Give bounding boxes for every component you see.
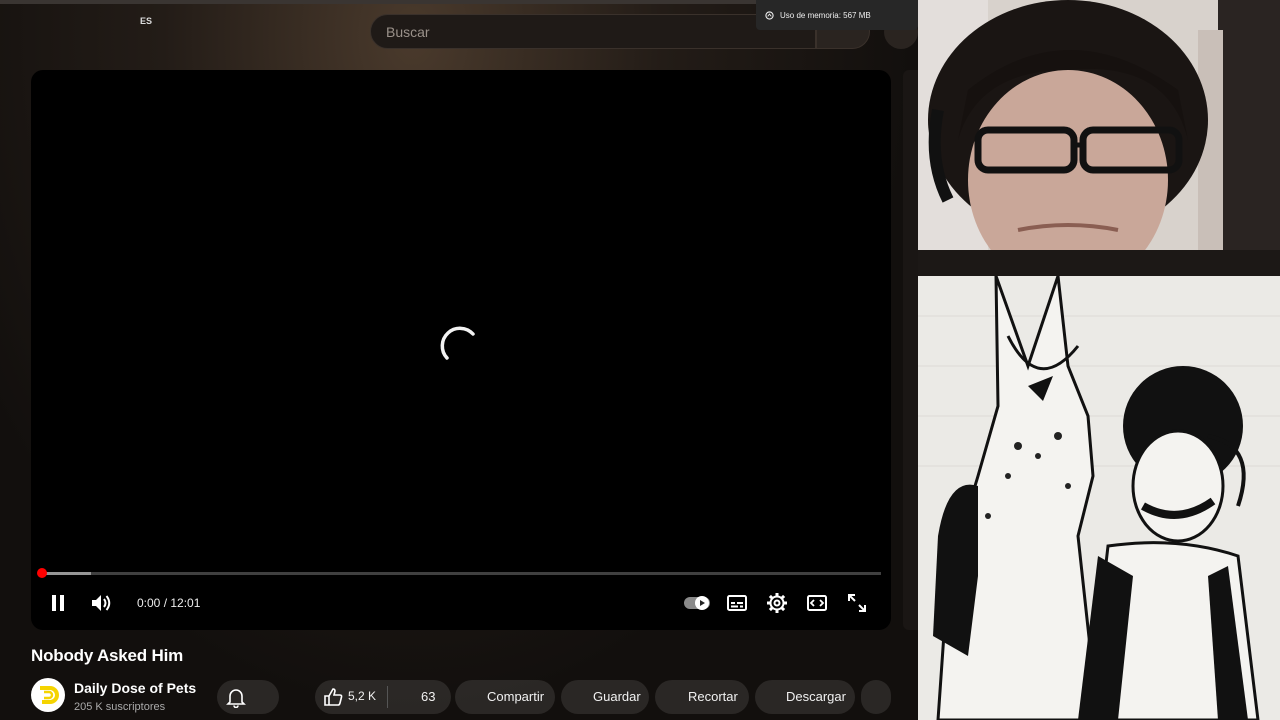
share-label: Compartir [487,689,545,704]
subscriber-count: 205 K suscriptores [74,701,166,713]
theater-icon [807,595,827,611]
subtitles-icon [727,595,747,611]
like-icon [324,688,343,706]
loading-spinner-icon [440,326,475,360]
progress-scrubber[interactable] [37,568,47,578]
settings-button[interactable] [764,590,790,616]
autoplay-toggle[interactable] [683,593,711,613]
search-box[interactable] [370,14,816,49]
drawing-camera-overlay [918,276,1280,720]
like-count: 5,2 K [348,689,377,703]
settings-icon [767,593,787,613]
side-panel-edge [903,70,918,630]
pause-icon [52,595,64,611]
progress-buffer [41,572,92,575]
memory-icon [765,10,774,20]
download-label: Descargar [786,689,846,704]
autoplay-icon [684,596,710,610]
fullscreen-icon [848,594,866,612]
like-button[interactable] [321,685,345,709]
memory-tooltip: Uso de memoria: 567 MB [756,0,918,30]
pause-button[interactable] [45,590,71,616]
like-divider [387,686,388,708]
more-actions-button[interactable] [861,680,891,714]
memory-tooltip-text: Uso de memoria: 567 MB [780,10,871,20]
channel-avatar[interactable] [31,678,65,712]
time-display: 0:00 / 12:01 [137,596,201,610]
theater-mode-button[interactable] [804,590,830,616]
notification-bell-button[interactable] [217,680,279,714]
webcam-overlay [918,0,1280,276]
video-title: Nobody Asked Him [31,646,184,665]
save-label: Guardar [593,689,641,704]
video-player[interactable]: 0:00 / 12:01 [31,70,891,630]
subtitles-button[interactable] [724,590,750,616]
bell-icon [226,689,246,708]
channel-logo-icon [40,686,59,704]
language-badge: ES [140,16,153,26]
clip-label: Recortar [688,689,738,704]
progress-bar[interactable] [41,572,881,575]
channel-name[interactable]: Daily Dose of Pets [74,680,196,696]
search-input[interactable] [384,22,808,41]
volume-icon [92,595,111,611]
dislike-count[interactable]: 63 [421,689,435,704]
fullscreen-button[interactable] [844,590,870,616]
volume-button[interactable] [87,590,115,616]
